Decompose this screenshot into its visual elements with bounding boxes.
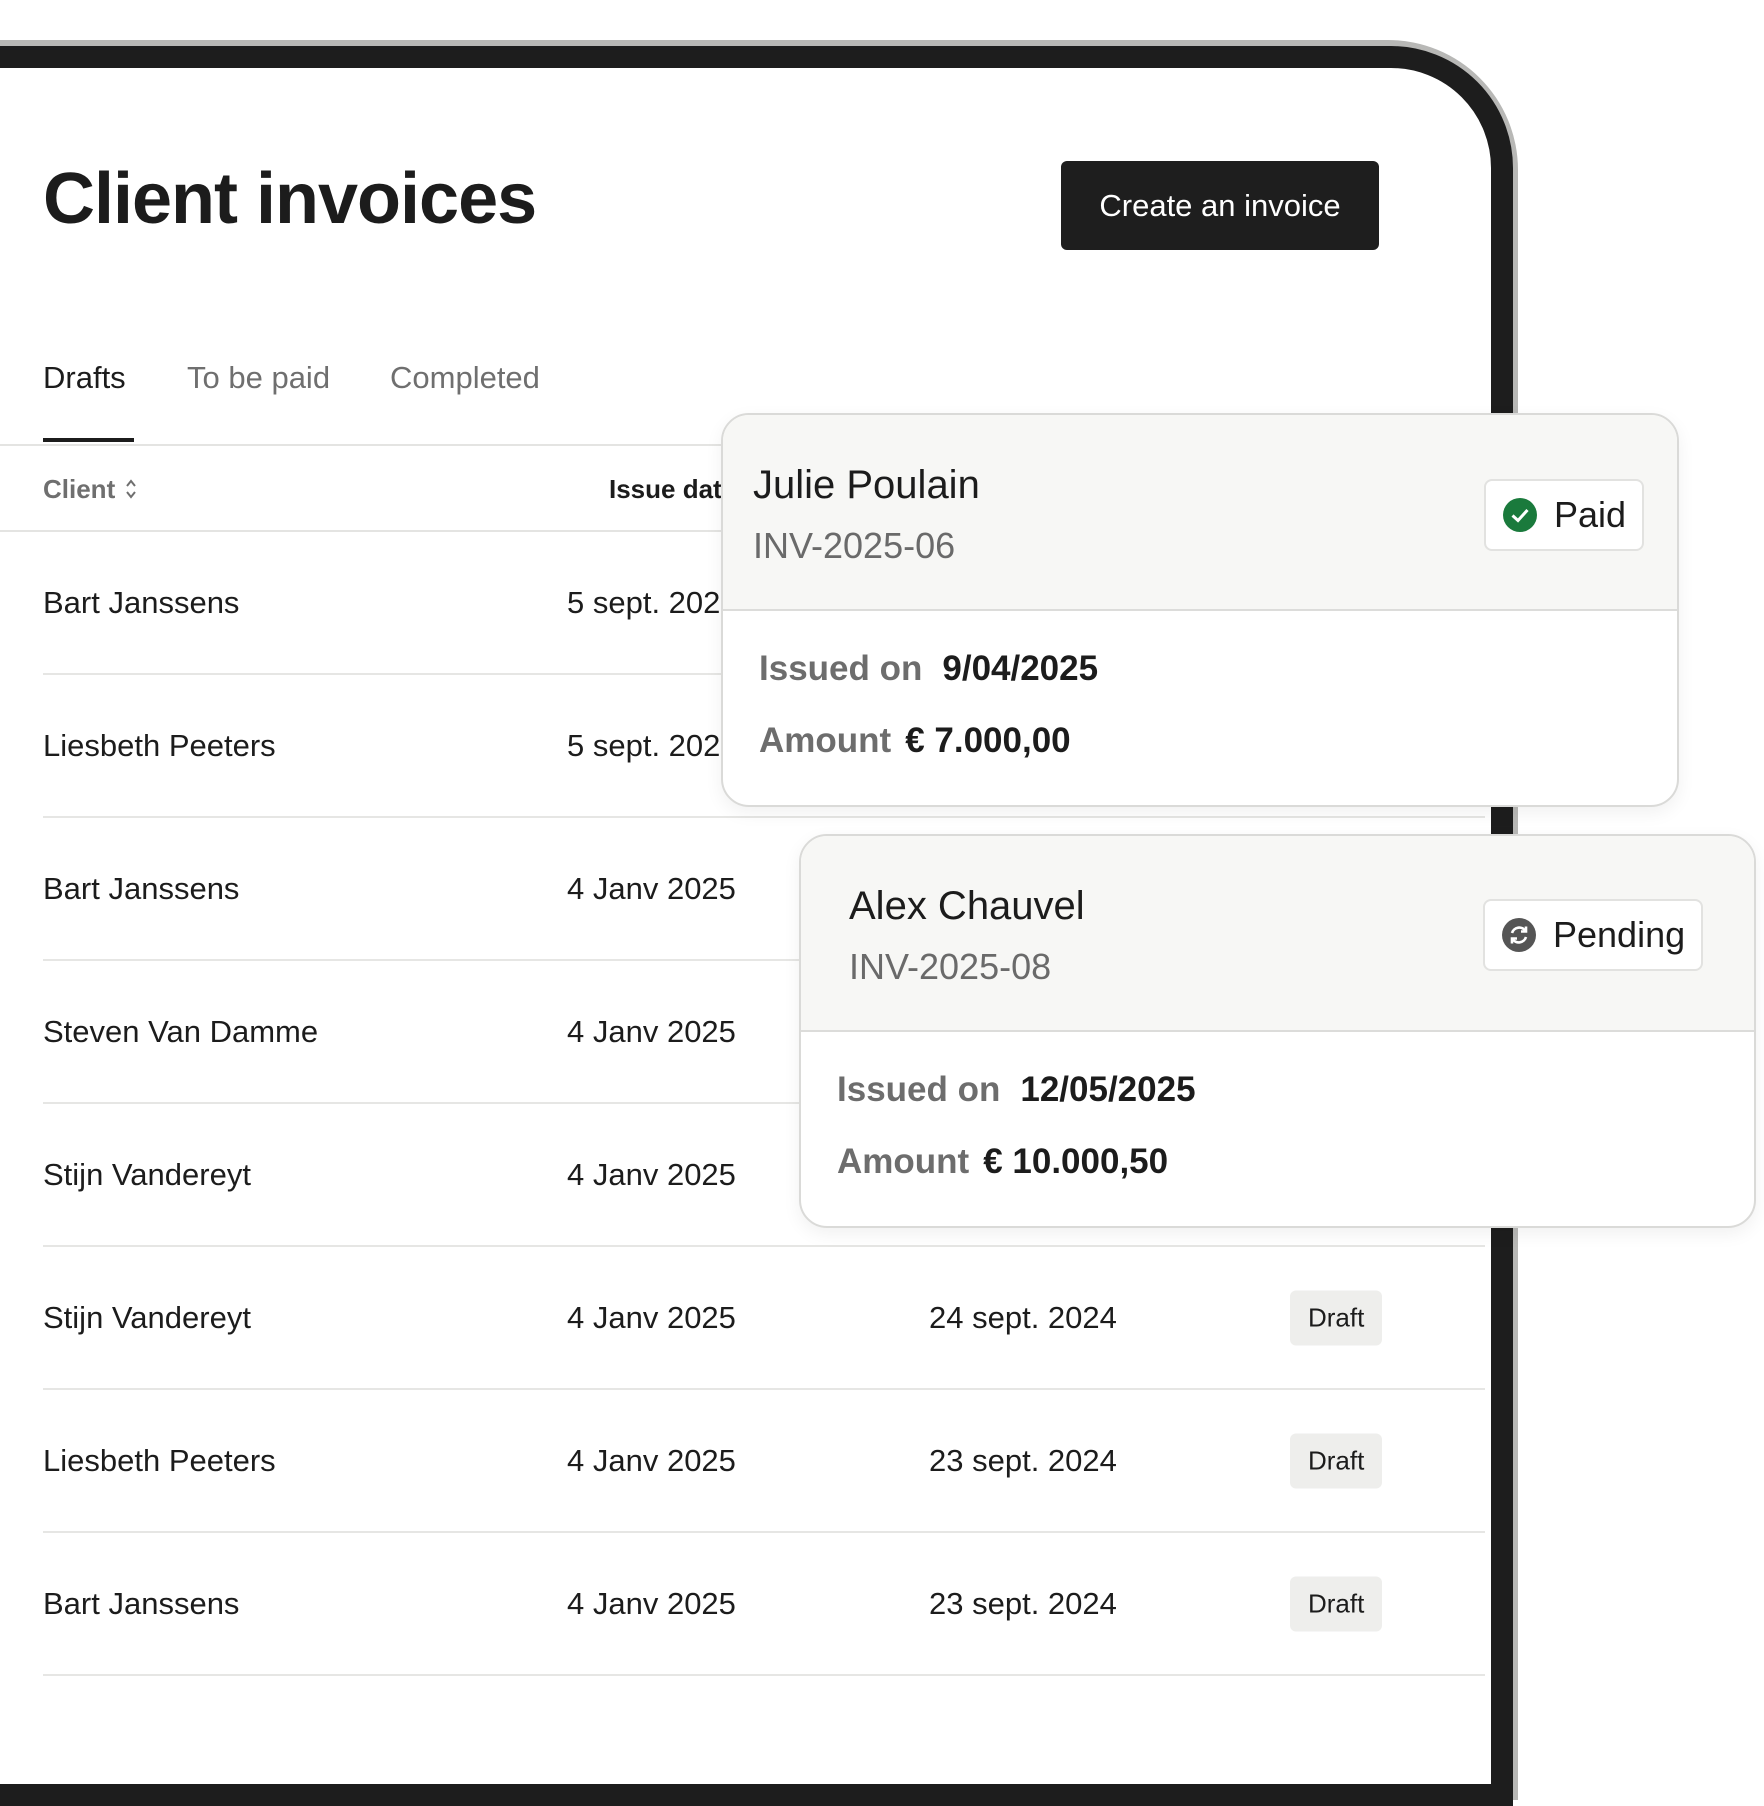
refresh-circle-icon [1502, 918, 1536, 952]
amount-value: € 10.000,50 [983, 1142, 1169, 1181]
issue-date: 4 Janv 2025 [567, 1442, 736, 1478]
issued-value: 9/04/2025 [942, 649, 1099, 688]
client-name: Bart Janssens [43, 870, 240, 906]
issue-date: 5 sept. 202 [567, 584, 721, 620]
amount-label: Amount [759, 721, 892, 760]
table-row[interactable]: Stijn Vandereyt 4 Janv 2025 24 sept. 202… [43, 1247, 1485, 1390]
invoice-card-julie-poulain[interactable]: Julie Poulain INV-2025-06 Paid Issued on… [721, 413, 1679, 807]
column-header-client[interactable]: Client [43, 474, 137, 507]
status-badge: Draft [1290, 1433, 1383, 1488]
invoice-card-header: Julie Poulain INV-2025-06 Paid [723, 415, 1677, 611]
tab-completed[interactable]: Completed [390, 360, 540, 396]
due-date: 23 sept. 2024 [929, 1442, 1117, 1478]
issued-label: Issued on [759, 649, 923, 688]
issued-label: Issued on [837, 1070, 1001, 1109]
invoice-client-name: Julie Poulain [753, 463, 980, 507]
issue-date: 4 Janv 2025 [567, 1156, 736, 1192]
tab-drafts[interactable]: Drafts [43, 360, 126, 396]
invoice-number: INV-2025-06 [753, 525, 956, 566]
issued-row: Issued on 9/04/2025 [759, 649, 1098, 689]
check-circle-icon [1503, 498, 1537, 532]
active-tab-indicator [43, 438, 134, 442]
client-name: Bart Janssens [43, 584, 240, 620]
issue-date: 4 Janv 2025 [567, 1299, 736, 1335]
amount-value: € 7.000,00 [905, 721, 1071, 760]
due-date: 23 sept. 2024 [929, 1585, 1117, 1621]
status-label: Pending [1553, 914, 1686, 955]
sort-icon[interactable] [125, 476, 137, 507]
client-name: Stijn Vandereyt [43, 1156, 251, 1192]
issue-date: 4 Janv 2025 [567, 870, 736, 906]
invoice-client-name: Alex Chauvel [849, 884, 1085, 928]
column-header-issue-date[interactable]: Issue dat [609, 474, 722, 505]
status-badge-pending: Pending [1483, 899, 1703, 971]
status-badge: Draft [1290, 1290, 1383, 1345]
status-label: Paid [1554, 494, 1627, 535]
issue-date: 4 Janv 2025 [567, 1585, 736, 1621]
issue-date: 4 Janv 2025 [567, 1013, 736, 1049]
column-header-client-label: Client [43, 474, 116, 504]
table-row[interactable]: Bart Janssens 4 Janv 2025 23 sept. 2024 … [43, 1533, 1485, 1676]
client-name: Stijn Vandereyt [43, 1299, 251, 1335]
invoice-card-alex-chauvel[interactable]: Alex Chauvel INV-2025-08 Pending Issued … [799, 834, 1756, 1228]
tab-to-be-paid[interactable]: To be paid [187, 360, 330, 396]
table-row[interactable]: Liesbeth Peeters 4 Janv 2025 23 sept. 20… [43, 1390, 1485, 1533]
invoice-number: INV-2025-08 [849, 946, 1052, 987]
issued-row: Issued on 12/05/2025 [837, 1070, 1196, 1110]
invoice-card-header: Alex Chauvel INV-2025-08 Pending [801, 836, 1754, 1032]
issue-date: 5 sept. 202 [567, 727, 721, 763]
amount-label: Amount [837, 1142, 970, 1181]
amount-row: Amount € 7.000,00 [759, 721, 1071, 761]
client-name: Steven Van Damme [43, 1013, 319, 1049]
status-badge: Draft [1290, 1576, 1383, 1631]
due-date: 24 sept. 2024 [929, 1299, 1117, 1335]
amount-row: Amount € 10.000,50 [837, 1142, 1168, 1182]
client-name: Liesbeth Peeters [43, 1442, 276, 1478]
client-name: Bart Janssens [43, 1585, 240, 1621]
client-name: Liesbeth Peeters [43, 727, 276, 763]
page-title: Client invoices [43, 159, 537, 239]
issued-value: 12/05/2025 [1020, 1070, 1196, 1109]
create-invoice-button[interactable]: Create an invoice [1061, 161, 1379, 250]
status-badge-paid: Paid [1484, 479, 1644, 551]
